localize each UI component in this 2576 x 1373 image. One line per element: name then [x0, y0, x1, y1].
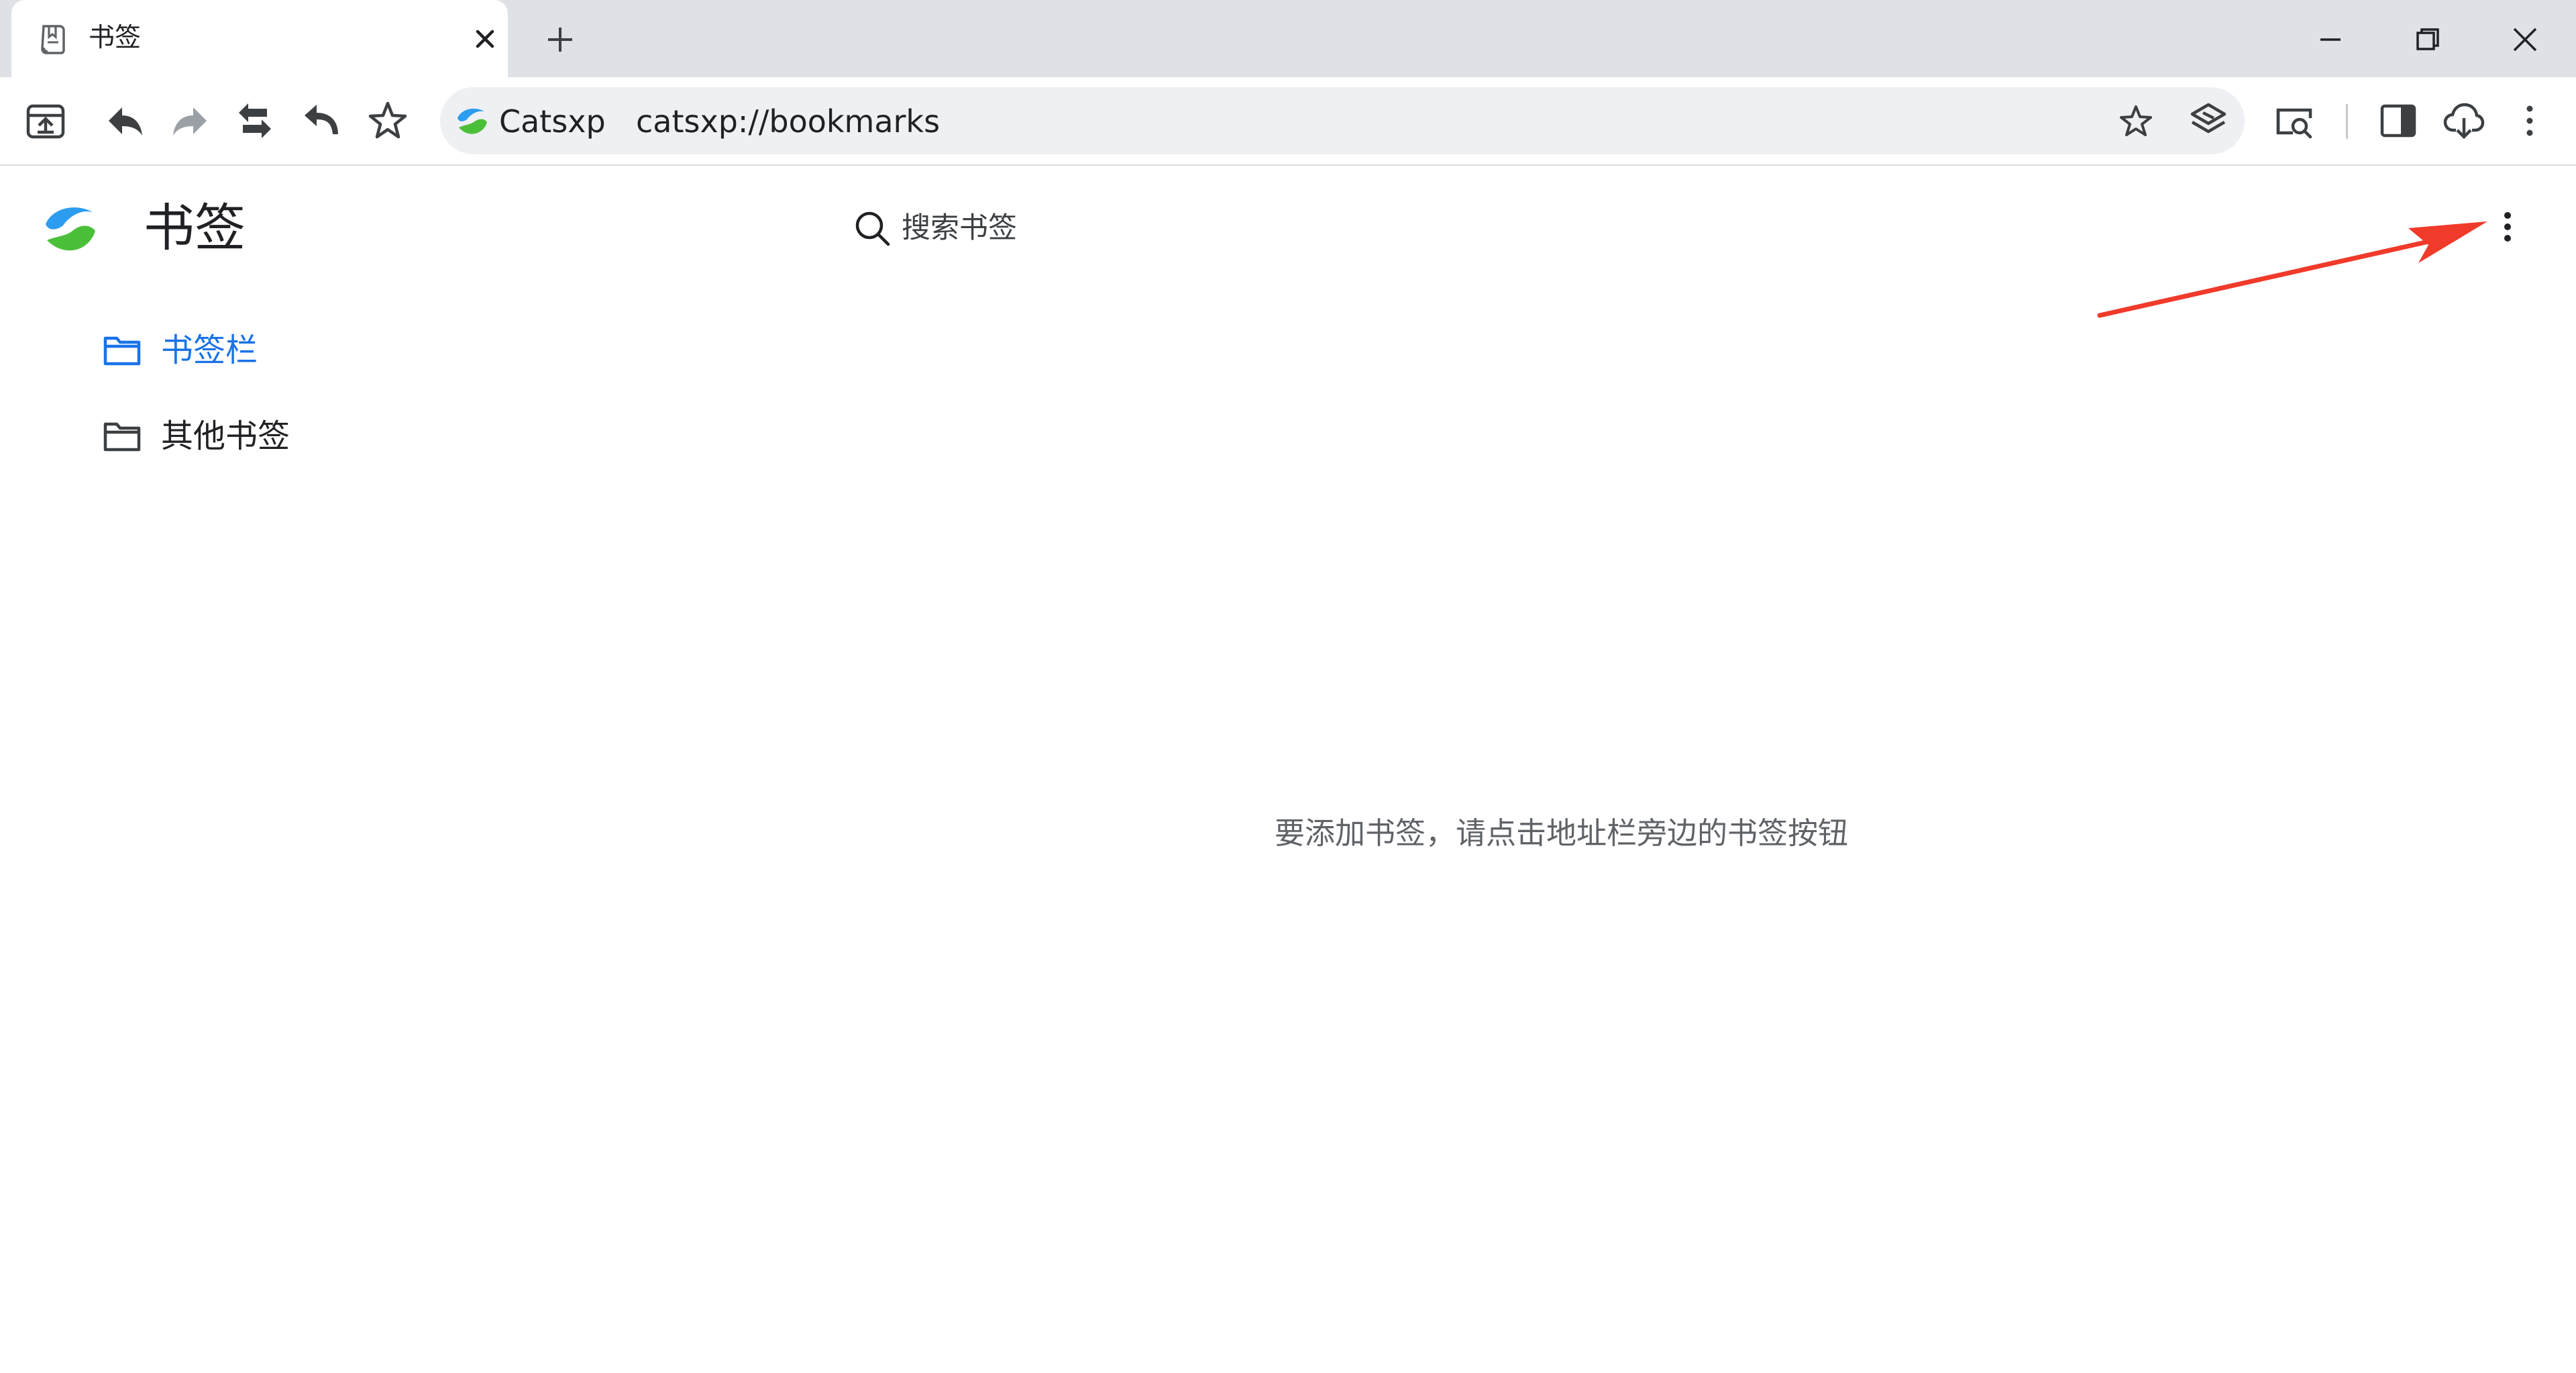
search-icon — [852, 208, 892, 248]
side-panel-icon[interactable] — [2373, 95, 2424, 146]
bookmark-search-field[interactable]: 搜索书签 — [852, 205, 1017, 252]
plus-icon[interactable] — [543, 23, 577, 56]
folder-label: 书签栏 — [161, 332, 258, 369]
empty-state-message: 要添加书签，请点击地址栏旁边的书签按钮 — [1275, 815, 1849, 851]
tab-title: 书签 — [89, 23, 142, 53]
layers-extension-icon[interactable] — [2187, 99, 2230, 142]
url-text[interactable]: catsxp://bookmarks — [636, 103, 940, 140]
forward-icon[interactable] — [165, 95, 216, 146]
undo-icon[interactable] — [295, 95, 346, 146]
cloud-download-icon[interactable] — [2438, 95, 2489, 146]
catsxp-logo-icon — [42, 201, 99, 259]
minimize-icon[interactable] — [2311, 20, 2350, 59]
address-bar[interactable]: Catsxp catsxp://bookmarks — [440, 87, 2245, 154]
annotation-arrow-icon — [2080, 208, 2509, 322]
close-icon[interactable] — [470, 24, 500, 54]
folder-bookmarks-bar[interactable]: 书签栏 — [102, 323, 258, 377]
site-brand: Catsxp — [499, 103, 606, 140]
folder-other-bookmarks[interactable]: 其他书签 — [102, 409, 290, 463]
more-vert-icon[interactable] — [2504, 95, 2555, 146]
browser-toolbar: Catsxp catsxp://bookmarks — [0, 77, 2576, 166]
catsxp-logo-icon — [455, 105, 490, 140]
window-close-icon[interactable] — [2506, 20, 2544, 59]
star-outline-icon[interactable] — [362, 95, 413, 146]
bookmark-star-icon[interactable] — [2117, 102, 2155, 140]
bookmarks-page-icon — [37, 22, 70, 56]
tab-bookmarks[interactable]: 书签 — [11, 0, 508, 77]
sync-icon[interactable] — [229, 95, 280, 146]
upload-icon[interactable] — [20, 95, 71, 146]
reading-search-icon[interactable] — [2269, 95, 2320, 146]
toolbar-divider — [2346, 104, 2348, 139]
search-placeholder: 搜索书签 — [902, 211, 1017, 245]
tab-strip: 书签 — [0, 0, 2576, 77]
back-icon[interactable] — [99, 95, 150, 146]
folder-icon — [102, 330, 142, 370]
page-title: 书签 — [144, 198, 246, 258]
restore-icon[interactable] — [2408, 20, 2447, 59]
folder-label: 其他书签 — [161, 417, 290, 455]
folder-icon — [102, 416, 142, 456]
